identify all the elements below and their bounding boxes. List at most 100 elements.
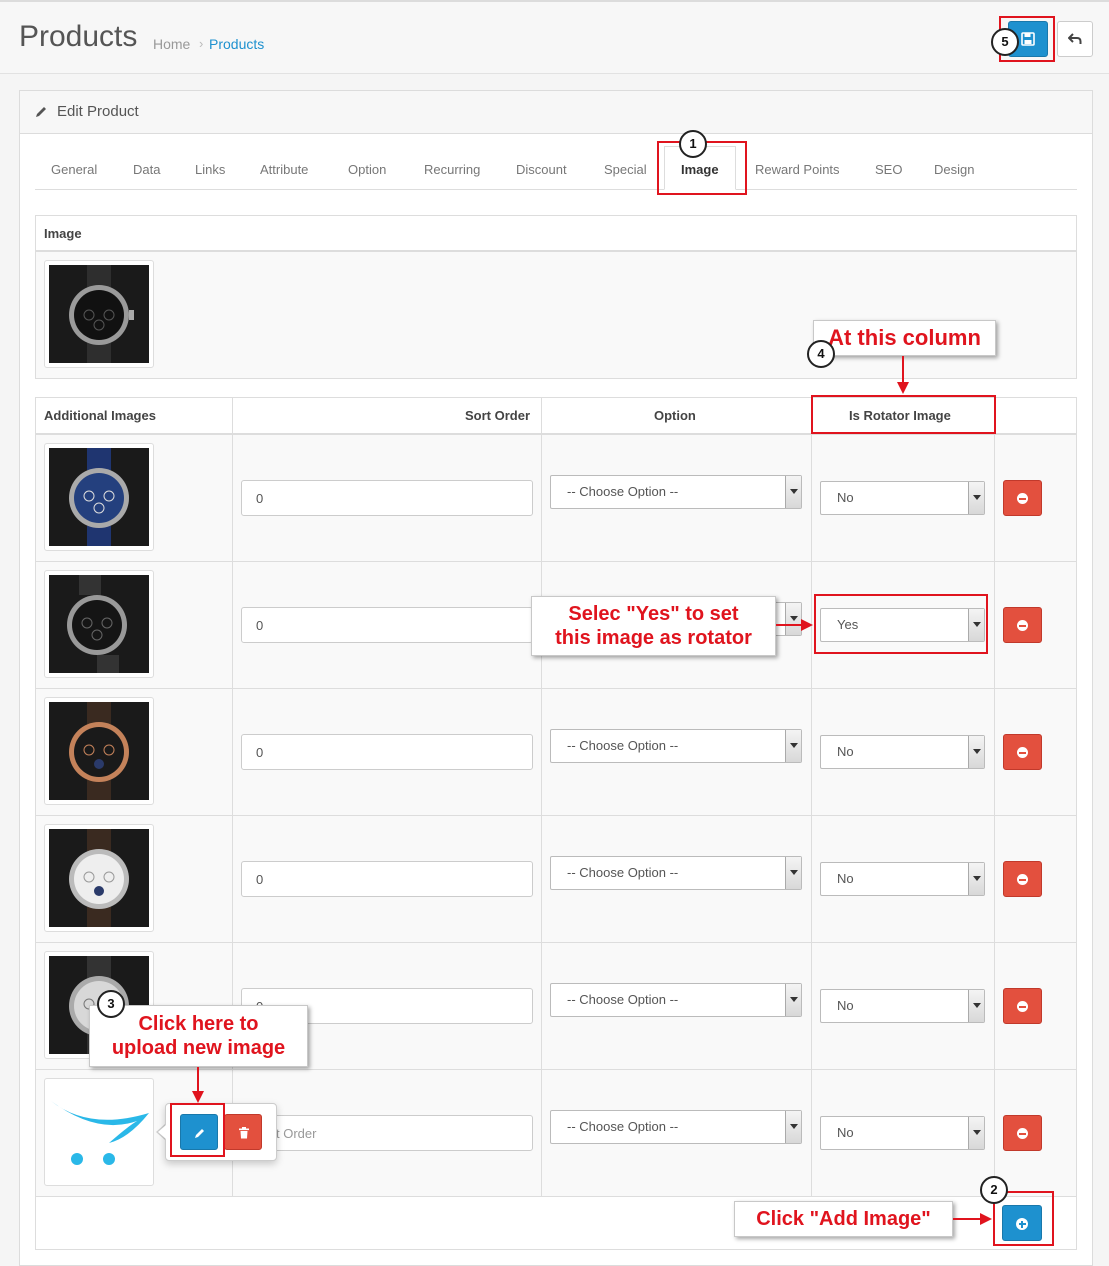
annotation-arrow-head [801, 619, 813, 631]
chevron-down-icon [785, 730, 801, 762]
remove-image-button[interactable] [1003, 861, 1042, 897]
chevron-down-icon [968, 863, 984, 895]
watch-image [69, 702, 129, 800]
annotation-arrow-head [192, 1091, 204, 1103]
sort-order-input[interactable]: 0 [241, 734, 533, 770]
breadcrumb-separator: › [199, 36, 204, 51]
tab-links[interactable]: Links [195, 162, 225, 177]
annotation-badge-5: 5 [991, 28, 1019, 56]
option-select[interactable]: -- Choose Option -- [550, 1110, 802, 1144]
remove-image-button[interactable] [1003, 607, 1042, 643]
rotator-select[interactable]: No [820, 1116, 985, 1150]
tab-attribute[interactable]: Attribute [260, 162, 308, 177]
tab-recurring[interactable]: Recurring [424, 162, 480, 177]
annotation-box-yes-select [814, 594, 988, 654]
col-divider [232, 397, 233, 1197]
trash-icon [239, 1127, 249, 1139]
row-divider [35, 688, 1077, 689]
col-header-additional-images: Additional Images [44, 408, 156, 423]
row-divider [35, 561, 1077, 562]
remove-image-button[interactable] [1003, 1115, 1042, 1151]
remove-image-button[interactable] [1003, 734, 1042, 770]
tab-special[interactable]: Special [604, 162, 647, 177]
annotation-arrow [197, 1067, 199, 1091]
watch-image [69, 448, 129, 546]
chevron-down-icon [785, 857, 801, 889]
annotation-badge-1: 1 [679, 130, 707, 158]
breadcrumb-products[interactable]: Products [209, 36, 264, 52]
chevron-down-icon [968, 990, 984, 1022]
tab-reward-points[interactable]: Reward Points [755, 162, 840, 177]
tab-general[interactable]: General [51, 162, 97, 177]
sort-order-input[interactable]: 0 [241, 480, 533, 516]
tabs-underline [35, 189, 1077, 190]
image-table-body [36, 252, 1076, 378]
rotator-select[interactable]: No [820, 481, 985, 515]
remove-image-button[interactable] [1003, 480, 1042, 516]
tab-discount[interactable]: Discount [516, 162, 567, 177]
chevron-down-icon [968, 736, 984, 768]
panel-heading [19, 90, 1093, 134]
chevron-down-icon [785, 476, 801, 508]
annotation-arrow [776, 624, 802, 626]
annotation-add-note: Click "Add Image" [734, 1201, 953, 1237]
option-select[interactable]: -- Choose Option -- [550, 983, 802, 1017]
annotation-column-note: At this column [813, 320, 996, 356]
minus-circle-icon [1017, 747, 1028, 758]
rotator-select[interactable]: No [820, 989, 985, 1023]
annotation-arrow-head [980, 1213, 992, 1225]
image-header: Image [44, 226, 82, 241]
tab-design[interactable]: Design [934, 162, 974, 177]
sort-order-input[interactable]: t Order [241, 1115, 533, 1151]
minus-circle-icon [1017, 620, 1028, 631]
page-title: Products [19, 20, 138, 53]
additional-image-thumbnail[interactable] [44, 443, 154, 551]
annotation-arrow [953, 1218, 981, 1220]
additional-image-thumbnail[interactable] [44, 824, 154, 932]
minus-circle-icon [1017, 874, 1028, 885]
panel-title: Edit Product [57, 103, 139, 120]
sort-order-input[interactable]: 0 [241, 861, 533, 897]
col-divider [541, 397, 542, 1197]
additional-image-thumbnail[interactable] [44, 697, 154, 805]
reply-icon [1068, 33, 1082, 44]
tab-option[interactable]: Option [348, 162, 386, 177]
tab-data[interactable]: Data [133, 162, 160, 177]
row-divider [35, 1069, 1077, 1070]
chevron-down-icon [785, 984, 801, 1016]
watch-image [69, 829, 129, 927]
tab-seo[interactable]: SEO [875, 162, 902, 177]
additional-image-thumbnail[interactable] [44, 570, 154, 678]
col-divider [811, 397, 812, 1197]
chevron-down-icon [968, 482, 984, 514]
sort-order-input[interactable]: 0 [241, 607, 533, 643]
minus-circle-icon [1017, 1001, 1028, 1012]
chevron-down-icon [968, 1117, 984, 1149]
option-select[interactable]: -- Choose Option -- [550, 729, 802, 763]
rotator-select[interactable]: No [820, 862, 985, 896]
back-button[interactable] [1057, 21, 1093, 57]
clear-image-button[interactable] [224, 1114, 262, 1150]
row-divider [35, 1196, 1077, 1197]
popover-arrow [158, 1125, 166, 1139]
opencart-logo [51, 1101, 149, 1165]
col-divider [994, 397, 995, 1197]
col-header-sort-order: Sort Order [465, 408, 531, 423]
annotation-badge-2: 2 [980, 1176, 1008, 1204]
annotation-yes-note: Selec "Yes" to set this image as rotator [531, 596, 776, 656]
watch-image [69, 265, 134, 363]
new-image-placeholder[interactable] [44, 1078, 154, 1186]
minus-circle-icon [1017, 1128, 1028, 1139]
breadcrumb-home[interactable]: Home [153, 36, 190, 52]
main-image-thumbnail[interactable] [44, 260, 154, 368]
watch-image [67, 575, 127, 673]
chevron-down-icon [785, 603, 801, 635]
annotation-box-edit [170, 1103, 225, 1157]
remove-image-button[interactable] [1003, 988, 1042, 1024]
pencil-icon [36, 107, 46, 117]
option-select[interactable]: -- Choose Option -- [550, 856, 802, 890]
option-select[interactable]: -- Choose Option -- [550, 475, 802, 509]
annotation-arrow [902, 356, 904, 382]
minus-circle-icon [1017, 493, 1028, 504]
rotator-select[interactable]: No [820, 735, 985, 769]
